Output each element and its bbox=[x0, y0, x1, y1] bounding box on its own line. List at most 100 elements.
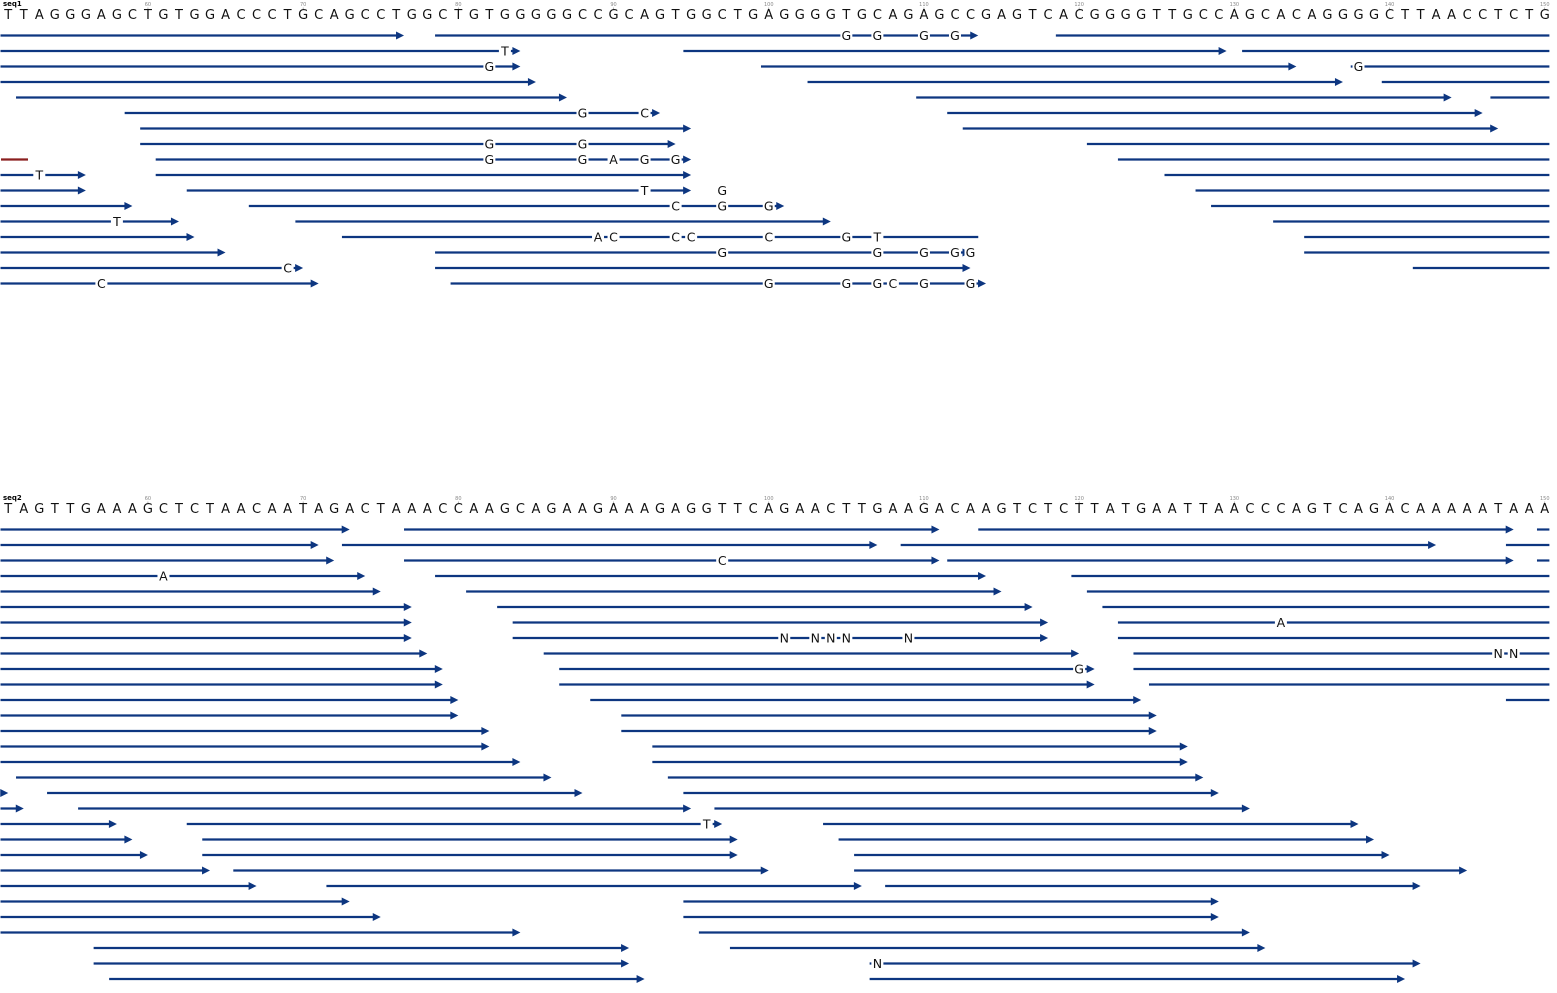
read-alignment[interactable] bbox=[0, 897, 350, 906]
read-alignment[interactable] bbox=[186, 820, 723, 828]
read-alignment[interactable] bbox=[233, 866, 769, 875]
read-alignment[interactable] bbox=[0, 711, 459, 720]
read-alignment[interactable] bbox=[0, 866, 211, 875]
read-alignment[interactable] bbox=[0, 634, 412, 642]
read-alignment[interactable] bbox=[962, 124, 1499, 133]
read-alignment[interactable] bbox=[0, 217, 179, 226]
read-alignment[interactable] bbox=[543, 649, 1080, 658]
read-alignment[interactable] bbox=[155, 171, 692, 179]
read-alignment[interactable] bbox=[0, 680, 443, 689]
alignment-track-seq2[interactable]: 60 70 80 90 100 110 120 130 140 150T A G T T G A A A G C T C T… bbox=[0, 494, 1557, 989]
read-alignment[interactable] bbox=[760, 62, 1297, 71]
read-alignment[interactable] bbox=[47, 789, 583, 797]
read-alignment[interactable] bbox=[916, 93, 1452, 102]
read-alignment[interactable] bbox=[435, 572, 987, 580]
read-alignment[interactable] bbox=[714, 804, 1250, 813]
read-alignment[interactable] bbox=[435, 31, 979, 40]
read-alignment[interactable] bbox=[497, 603, 1033, 611]
read-alignment[interactable] bbox=[93, 959, 630, 968]
read-alignment[interactable] bbox=[0, 928, 521, 937]
read-alignment[interactable] bbox=[0, 665, 443, 673]
read-alignment[interactable] bbox=[78, 804, 692, 813]
read-alignment[interactable] bbox=[854, 851, 1390, 859]
read-alignment[interactable] bbox=[0, 587, 381, 596]
read-alignment[interactable] bbox=[341, 541, 878, 549]
read-alignment[interactable] bbox=[93, 944, 630, 952]
read-alignment[interactable] bbox=[978, 525, 1514, 534]
read-alignment[interactable] bbox=[435, 248, 971, 257]
read-alignment[interactable] bbox=[0, 804, 24, 813]
read-alignment[interactable] bbox=[667, 773, 1204, 782]
read-alignment[interactable] bbox=[838, 835, 1375, 844]
read-alignment[interactable] bbox=[590, 696, 1142, 704]
read-alignment[interactable] bbox=[947, 109, 1483, 117]
read-alignment[interactable] bbox=[0, 31, 405, 40]
read-alignment[interactable] bbox=[0, 541, 319, 549]
read-alignment[interactable] bbox=[0, 556, 335, 565]
read-alignment[interactable] bbox=[559, 680, 1095, 689]
read-alignment[interactable] bbox=[0, 603, 412, 611]
read-alignment[interactable] bbox=[621, 727, 1157, 735]
read-alignment[interactable] bbox=[0, 820, 117, 828]
read-alignment[interactable] bbox=[140, 124, 692, 133]
read-alignment[interactable] bbox=[404, 556, 940, 565]
read-alignment[interactable] bbox=[0, 62, 521, 71]
read-alignment[interactable] bbox=[0, 525, 350, 534]
read-alignment[interactable] bbox=[683, 789, 1219, 797]
read-alignment[interactable] bbox=[435, 264, 971, 272]
read-alignment[interactable] bbox=[109, 975, 645, 983]
read-alignment[interactable] bbox=[729, 944, 1266, 952]
read-alignment[interactable] bbox=[0, 279, 319, 288]
read-alignment[interactable] bbox=[0, 851, 148, 859]
read-alignment[interactable] bbox=[466, 587, 1002, 596]
read-alignment[interactable] bbox=[404, 525, 940, 534]
read-alignment[interactable] bbox=[16, 773, 552, 782]
read-alignment[interactable] bbox=[295, 217, 831, 226]
read-alignment[interactable] bbox=[0, 758, 521, 766]
read-alignment[interactable] bbox=[0, 789, 9, 797]
read-alignment[interactable] bbox=[0, 248, 226, 257]
read-alignment[interactable] bbox=[450, 279, 987, 288]
read-alignment[interactable] bbox=[885, 882, 1421, 890]
read-alignment[interactable] bbox=[0, 202, 133, 210]
read-alignment[interactable] bbox=[823, 820, 1359, 828]
read-alignment[interactable] bbox=[16, 93, 567, 102]
read-alignment[interactable] bbox=[512, 618, 1049, 627]
read-alignment[interactable] bbox=[0, 572, 366, 580]
read-alignment[interactable] bbox=[0, 618, 412, 627]
read-alignment[interactable] bbox=[683, 47, 1227, 55]
read-alignment[interactable] bbox=[652, 758, 1188, 766]
read-alignment[interactable] bbox=[807, 78, 1343, 86]
read-alignment[interactable] bbox=[621, 711, 1157, 720]
read-alignment[interactable] bbox=[0, 649, 428, 658]
read-alignment[interactable] bbox=[0, 835, 133, 844]
read-alignment[interactable] bbox=[186, 186, 692, 195]
read-alignment[interactable] bbox=[0, 742, 490, 751]
read-alignment[interactable] bbox=[698, 928, 1250, 937]
read-alignment[interactable] bbox=[0, 913, 381, 921]
read-alignment[interactable] bbox=[0, 186, 86, 195]
read-alignment[interactable] bbox=[248, 202, 785, 210]
read-alignment[interactable] bbox=[326, 882, 862, 890]
read-alignment[interactable] bbox=[683, 913, 1219, 921]
read-alignment[interactable] bbox=[0, 696, 459, 704]
read-alignment[interactable] bbox=[947, 556, 1514, 565]
read-alignment[interactable] bbox=[652, 742, 1188, 751]
read-alignment[interactable] bbox=[140, 140, 676, 148]
read-alignment[interactable] bbox=[559, 665, 1095, 673]
alignment-track-seq1[interactable]: 60 70 80 90 100 110 120 130 140 150T T A G G G A G C T G T G G… bbox=[0, 0, 1557, 300]
read-alignment[interactable] bbox=[683, 897, 1219, 906]
read-alignment[interactable] bbox=[202, 851, 738, 859]
read-alignment[interactable] bbox=[854, 866, 1468, 875]
read-alignment[interactable] bbox=[0, 78, 536, 86]
read-alignment[interactable] bbox=[0, 47, 521, 55]
read-alignment[interactable] bbox=[202, 835, 738, 844]
read-alignment[interactable] bbox=[0, 264, 304, 272]
read-alignment[interactable] bbox=[869, 975, 1406, 983]
read-alignment[interactable] bbox=[869, 959, 1421, 968]
read-alignment[interactable] bbox=[0, 233, 195, 241]
reference-base: T bbox=[841, 502, 850, 517]
read-alignment[interactable] bbox=[0, 727, 490, 735]
read-alignment[interactable] bbox=[0, 882, 257, 890]
read-alignment[interactable] bbox=[900, 541, 1437, 549]
